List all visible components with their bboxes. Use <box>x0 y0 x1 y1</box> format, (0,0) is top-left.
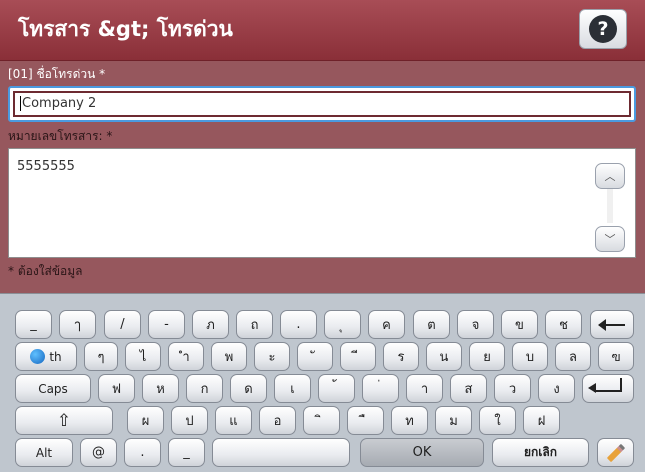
required-note: * ต้องใส่ข้อมูล <box>8 264 83 278</box>
speed-dial-form: [01] ชื่อโทรด่วน * Company 2 หมายเลขโทรส… <box>0 61 645 293</box>
key[interactable]: ๅ <box>59 310 96 339</box>
caps-key[interactable]: Caps <box>15 374 91 403</box>
key[interactable]: - <box>148 310 185 339</box>
key[interactable]: ร <box>383 342 419 371</box>
key[interactable]: บ <box>512 342 548 371</box>
key[interactable]: า <box>406 374 443 403</box>
help-icon: ? <box>589 15 617 43</box>
key[interactable]: ถ <box>236 310 273 339</box>
enter-key[interactable] <box>582 374 634 403</box>
key[interactable]: ุ <box>324 310 361 339</box>
chevron-down-icon: ﹀ <box>604 233 616 246</box>
key[interactable]: เ <box>274 374 311 403</box>
chevron-up-icon: ︿ <box>604 170 616 183</box>
language-key[interactable]: th <box>15 342 77 371</box>
cancel-button[interactable]: ยกเลิก <box>492 438 589 467</box>
key[interactable]: ิ <box>303 406 340 435</box>
name-input[interactable]: Company 2 <box>13 91 631 117</box>
backspace-arrow-icon <box>598 318 625 331</box>
key[interactable]: จ <box>457 310 494 339</box>
key[interactable]: น <box>426 342 462 371</box>
key[interactable]: ะ <box>254 342 290 371</box>
shift-key[interactable]: ⇧ <box>15 406 113 435</box>
scroll-up-button[interactable]: ︿ <box>595 163 625 189</box>
handwriting-key[interactable] <box>597 438 634 467</box>
key[interactable]: พ <box>211 342 247 371</box>
key[interactable]: _ <box>15 310 52 339</box>
key[interactable]: ั <box>297 342 333 371</box>
key[interactable]: ฃ <box>598 342 634 371</box>
number-label: หมายเลขโทรสาร: * <box>8 129 113 143</box>
key[interactable]: ช <box>545 310 582 339</box>
language-label: th <box>49 349 62 364</box>
key[interactable]: ท <box>391 406 428 435</box>
name-input-value: Company 2 <box>22 96 97 111</box>
on-screen-keyboard: _ ๅ / - ภ ถ . ุ ค ต จ ข ช th ๆ ไ ำ พ ะ ั… <box>0 293 645 472</box>
key[interactable]: ี <box>340 342 376 371</box>
key[interactable]: ฝ <box>523 406 560 435</box>
key[interactable]: ๆ <box>84 342 118 371</box>
key[interactable]: ใ <box>479 406 516 435</box>
key[interactable]: ย <box>469 342 505 371</box>
scrollbar-track[interactable] <box>607 189 613 223</box>
scroll-down-button[interactable]: ﹀ <box>595 226 625 252</box>
key[interactable]: ข <box>501 310 538 339</box>
title-bar: โทรสาร &gt; โทรด่วน ? <box>0 0 645 61</box>
enter-arrow-icon <box>588 377 622 393</box>
pencil-icon <box>606 443 625 462</box>
key[interactable]: ้ <box>318 374 355 403</box>
name-label: [01] ชื่อโทรด่วน * <box>8 67 106 81</box>
key[interactable]: ไ <box>125 342 161 371</box>
key[interactable]: / <box>104 310 141 339</box>
alt-key[interactable]: Alt <box>15 438 73 467</box>
key[interactable]: ภ <box>192 310 229 339</box>
key[interactable]: ่ <box>362 374 399 403</box>
key[interactable]: ง <box>538 374 575 403</box>
key[interactable]: ฟ <box>98 374 135 403</box>
key[interactable]: . <box>280 310 317 339</box>
space-key[interactable] <box>212 438 350 467</box>
key[interactable]: ล <box>555 342 591 371</box>
fax-speed-dial-screen: โทรสาร &gt; โทรด่วน ? [01] ชื่อโทรด่วน *… <box>0 0 645 472</box>
key[interactable]: ม <box>435 406 472 435</box>
key[interactable]: อ <box>259 406 296 435</box>
text-cursor <box>20 96 21 111</box>
key[interactable]: ำ <box>168 342 204 371</box>
key[interactable]: ด <box>230 374 267 403</box>
at-key[interactable]: @ <box>80 438 117 467</box>
key[interactable]: ว <box>494 374 531 403</box>
globe-icon <box>30 349 46 364</box>
key[interactable]: ต <box>413 310 450 339</box>
help-button[interactable]: ? <box>579 9 627 49</box>
key[interactable]: ห <box>142 374 179 403</box>
key[interactable]: ป <box>171 406 208 435</box>
fax-number-value: 5555555 <box>17 159 75 174</box>
ok-button[interactable]: OK <box>360 438 484 467</box>
key[interactable]: ก <box>186 374 223 403</box>
backspace-key[interactable] <box>590 310 634 339</box>
fax-number-input[interactable]: 5555555 ︿ ﹀ <box>8 148 636 258</box>
key[interactable]: ค <box>368 310 405 339</box>
shift-icon: ⇧ <box>56 410 72 431</box>
dot-key[interactable]: . <box>124 438 161 467</box>
key[interactable]: ส <box>450 374 487 403</box>
key[interactable]: แ <box>215 406 252 435</box>
page-title: โทรสาร &gt; โทรด่วน <box>18 17 233 41</box>
key[interactable]: ื <box>347 406 384 435</box>
name-field-focus-ring: Company 2 <box>8 86 636 122</box>
key[interactable]: ผ <box>127 406 164 435</box>
underscore-key[interactable]: _ <box>168 438 205 467</box>
